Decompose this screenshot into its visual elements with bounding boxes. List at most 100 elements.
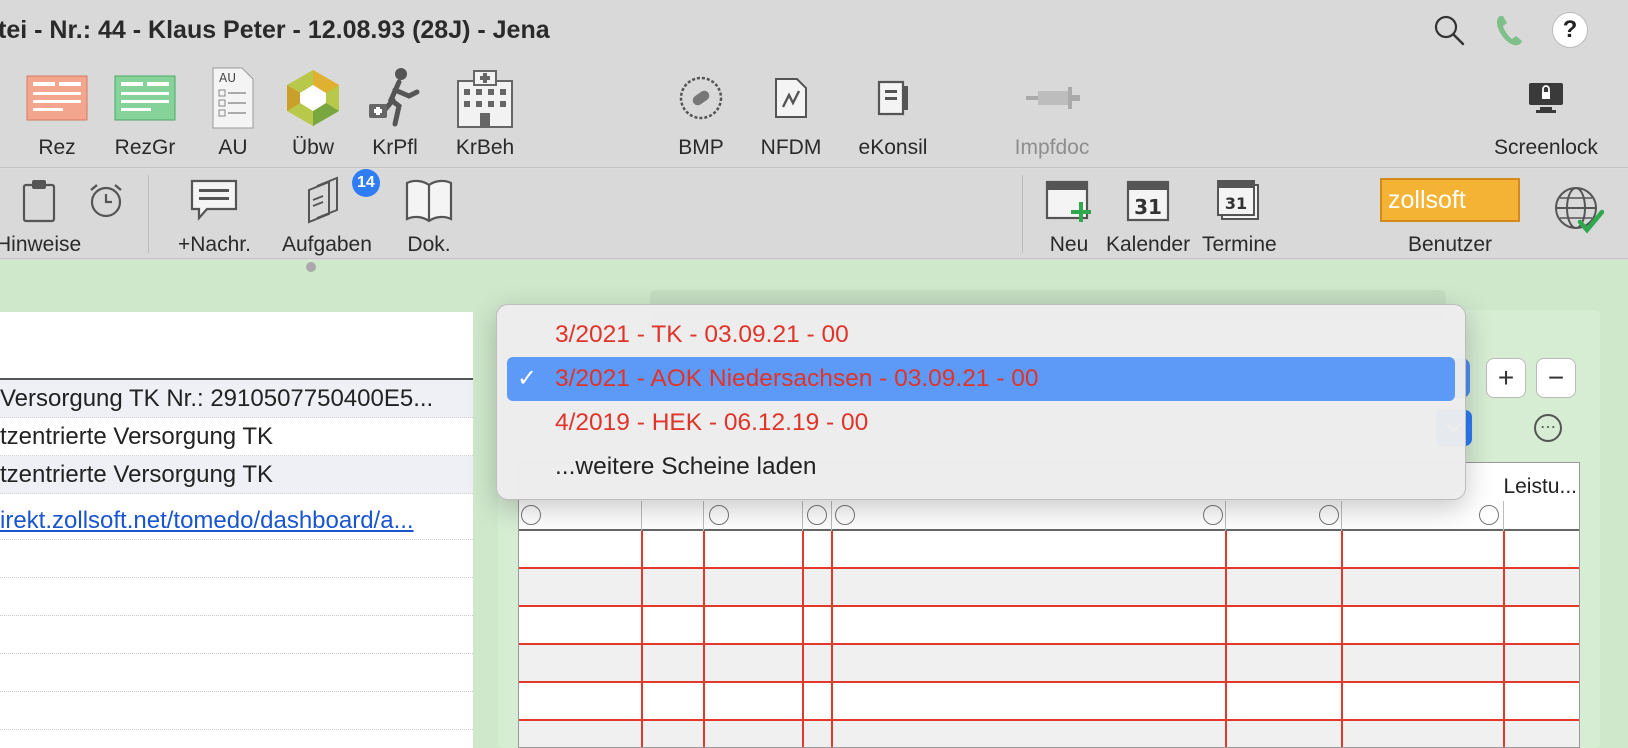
- column-radio[interactable]: [1203, 505, 1223, 525]
- krbeh-label: KrBeh: [455, 136, 515, 159]
- new-message-label: +Nachr.: [178, 233, 251, 256]
- reminder-button[interactable]: [86, 173, 126, 227]
- appointments-day: 31: [1225, 194, 1247, 213]
- more-options-icon[interactable]: ⋯: [1534, 414, 1562, 442]
- krpfl-label: KrPfl: [372, 136, 418, 159]
- hinweise-button[interactable]: Hinweise: [0, 173, 81, 257]
- alarm-clock-icon: [86, 173, 126, 227]
- menu-item-slip-tk[interactable]: 3/2021 - TK - 03.09.21 - 00: [507, 313, 1455, 357]
- zollsoft-logo: zollsoft: [1380, 173, 1520, 227]
- list-item[interactable]: tzentrierte Versorgung TK: [0, 456, 473, 494]
- book-icon: [404, 173, 454, 227]
- services-table: Leistu...: [518, 462, 1580, 748]
- menu-item-label: ...weitere Scheine laden: [555, 453, 817, 480]
- emergency-data-icon: [746, 62, 836, 134]
- au-label: AU: [218, 136, 248, 159]
- new-message-button[interactable]: +Nachr.: [178, 173, 251, 257]
- table-row[interactable]: [519, 607, 1579, 645]
- column-radio[interactable]: [521, 505, 541, 525]
- nfdm-button[interactable]: NFDM: [746, 62, 836, 160]
- dashboard-link[interactable]: irekt.zollsoft.net/tomedo/dashboard/a...: [0, 502, 473, 540]
- table-row[interactable]: [519, 645, 1579, 683]
- calendar-button[interactable]: 31 Kalender: [1106, 173, 1190, 257]
- tasks-button[interactable]: 14 Aufgaben: [282, 169, 380, 257]
- help-button[interactable]: ?: [1552, 12, 1588, 48]
- header-divider: [1225, 501, 1226, 531]
- empty-row: [0, 540, 473, 578]
- uebw-label: Übw: [291, 136, 334, 159]
- menu-item-slip-aok[interactable]: ✓ 3/2021 - AOK Niedersachsen - 03.09.21 …: [507, 357, 1455, 401]
- appointments-icon: 31: [1202, 173, 1277, 227]
- column-divider: [1341, 531, 1343, 747]
- ekonsil-button[interactable]: eKonsil: [848, 62, 938, 160]
- menu-item-load-more[interactable]: ...weitere Scheine laden: [507, 445, 1455, 489]
- column-divider: [1225, 531, 1227, 747]
- documents-button[interactable]: Dok.: [404, 173, 454, 257]
- header-divider: [1503, 501, 1504, 531]
- header-divider: [641, 501, 642, 531]
- new-appointment-button[interactable]: Neu: [1044, 173, 1094, 257]
- column-radio[interactable]: [1479, 505, 1499, 525]
- column-divider: [831, 531, 833, 747]
- au-button[interactable]: AU AU: [188, 62, 278, 160]
- rezgr-button[interactable]: RezGr: [100, 62, 190, 160]
- nfdm-label: NFDM: [760, 136, 822, 159]
- column-radio[interactable]: [1319, 505, 1339, 525]
- documents-label: Dok.: [407, 233, 451, 256]
- column-header-leistung[interactable]: Leistu...: [1503, 475, 1577, 499]
- globe-check-icon: [1552, 183, 1604, 237]
- sick-note-icon: AU: [188, 62, 278, 134]
- secondary-toolbar: Hinweise +Nachr. 14 Aufgaben Dok. Neu 31…: [0, 169, 1628, 259]
- screenlock-icon: [1488, 62, 1604, 134]
- column-radio[interactable]: [807, 505, 827, 525]
- appointments-label: Termine: [1202, 233, 1277, 256]
- window-title: tei - Nr.: 44 - Klaus Peter - 12.08.93 (…: [0, 16, 550, 44]
- splitter-handle[interactable]: [306, 262, 316, 272]
- calendar-add-icon: [1044, 173, 1094, 227]
- toolbar-divider-2: [1022, 175, 1023, 253]
- column-divider: [703, 531, 705, 747]
- title-actions: ?: [1432, 12, 1588, 48]
- referral-icon: [268, 62, 358, 134]
- hospital-icon: [440, 62, 530, 134]
- header-divider: [831, 501, 832, 531]
- phone-icon[interactable]: [1492, 13, 1526, 47]
- green-prescription-icon: [100, 62, 190, 134]
- column-radio[interactable]: [709, 505, 729, 525]
- calendar-label: Kalender: [1106, 233, 1191, 256]
- krbeh-button[interactable]: KrBeh: [440, 62, 530, 160]
- search-icon[interactable]: [1432, 13, 1466, 47]
- bmp-button[interactable]: BMP: [656, 62, 746, 160]
- econsult-icon: [848, 62, 938, 134]
- table-row[interactable]: [519, 683, 1579, 721]
- list-item[interactable]: tzentrierte Versorgung TK: [0, 418, 473, 456]
- empty-row: [0, 654, 473, 692]
- add-button[interactable]: +: [1486, 358, 1526, 398]
- krpfl-button[interactable]: KrPfl: [350, 62, 440, 160]
- tasks-icon: 14: [282, 169, 380, 227]
- menu-item-slip-hek[interactable]: 4/2019 - HEK - 06.12.19 - 00: [507, 401, 1455, 445]
- remove-button[interactable]: −: [1536, 358, 1576, 398]
- table-row[interactable]: [519, 531, 1579, 569]
- network-status-button[interactable]: [1552, 183, 1604, 237]
- user-button[interactable]: zollsoft Benutzer: [1380, 173, 1520, 257]
- table-row[interactable]: [519, 721, 1579, 747]
- tasks-label: Aufgaben: [282, 233, 372, 256]
- header-divider: [703, 501, 704, 531]
- menu-item-label: 3/2021 - AOK Niedersachsen - 03.09.21 - …: [555, 365, 1039, 392]
- table-row[interactable]: [519, 569, 1579, 607]
- calendar-icon: 31: [1106, 173, 1190, 227]
- list-item[interactable]: Versorgung TK Nr.: 2910507750400E5...: [0, 380, 473, 418]
- nursing-care-icon: [350, 62, 440, 134]
- left-pane: Versorgung TK Nr.: 2910507750400E5... tz…: [0, 312, 473, 748]
- appointments-button[interactable]: 31 Termine: [1202, 173, 1277, 257]
- bmp-label: BMP: [678, 136, 724, 159]
- user-label: Benutzer: [1407, 233, 1493, 256]
- prescription-icon: [12, 62, 102, 134]
- checkmark-icon: ✓: [517, 365, 538, 392]
- rez-button[interactable]: Rez: [12, 62, 102, 160]
- screenlock-button[interactable]: Screenlock: [1488, 62, 1604, 160]
- column-radio[interactable]: [835, 505, 855, 525]
- impfdoc-button[interactable]: Impfdoc: [1006, 62, 1098, 160]
- uebw-button[interactable]: Übw: [268, 62, 358, 160]
